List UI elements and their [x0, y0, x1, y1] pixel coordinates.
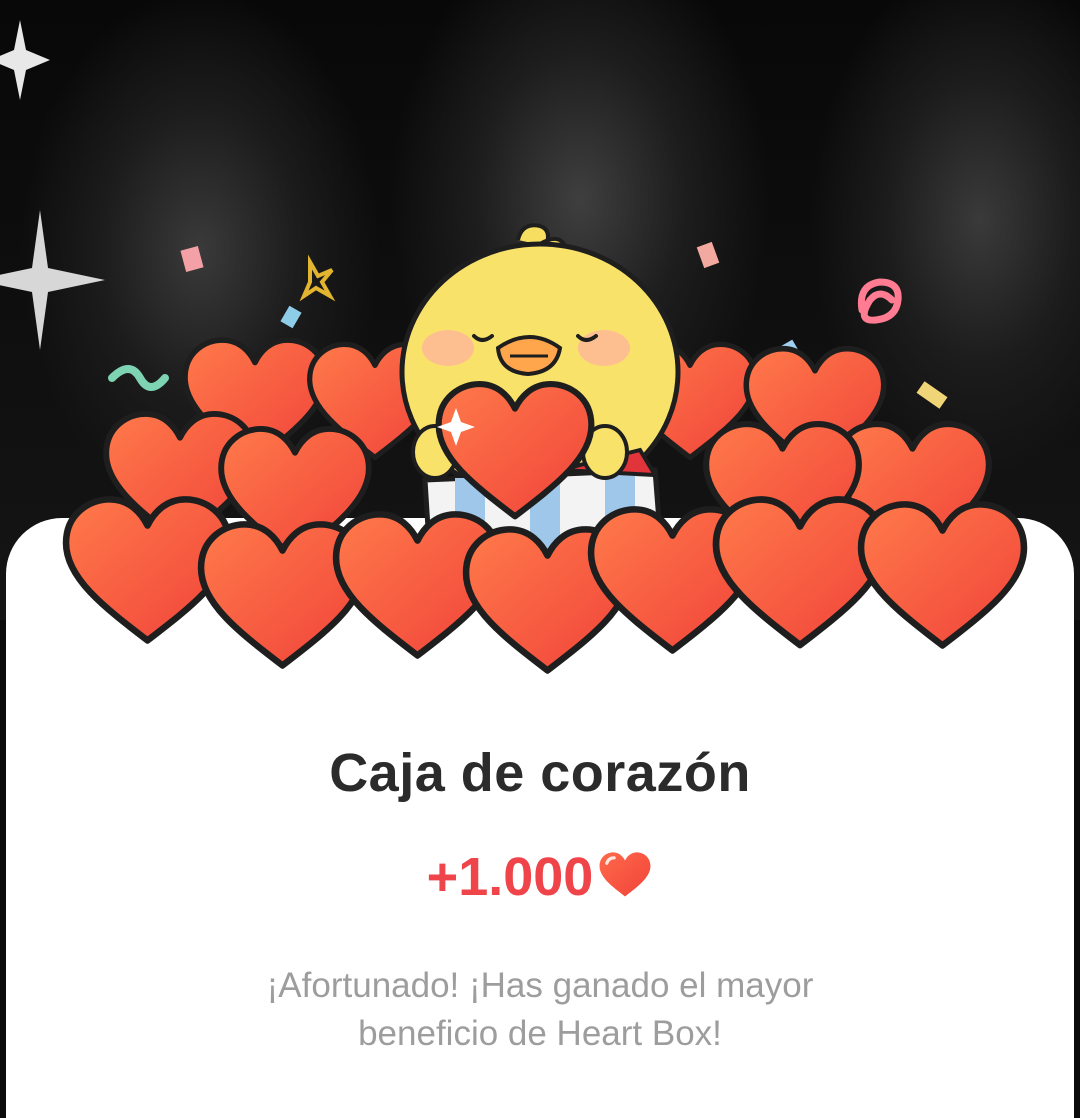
message-line-1: ¡Afortunado! ¡Has ganado el mayor	[266, 966, 814, 1005]
dialog-message: ¡Afortunado! ¡Has ganado el mayor benefi…	[0, 962, 1080, 1058]
reward-amount: +1.000	[426, 847, 594, 907]
dialog-title: Caja de corazón	[329, 743, 751, 803]
message-line-2: beneficio de Heart Box!	[358, 1014, 722, 1053]
heart-icon	[599, 852, 651, 897]
heart-box-illustration	[0, 223, 1080, 690]
reward-amount-row: +1.000	[0, 846, 1080, 908]
sparkle-icon	[0, 20, 50, 100]
